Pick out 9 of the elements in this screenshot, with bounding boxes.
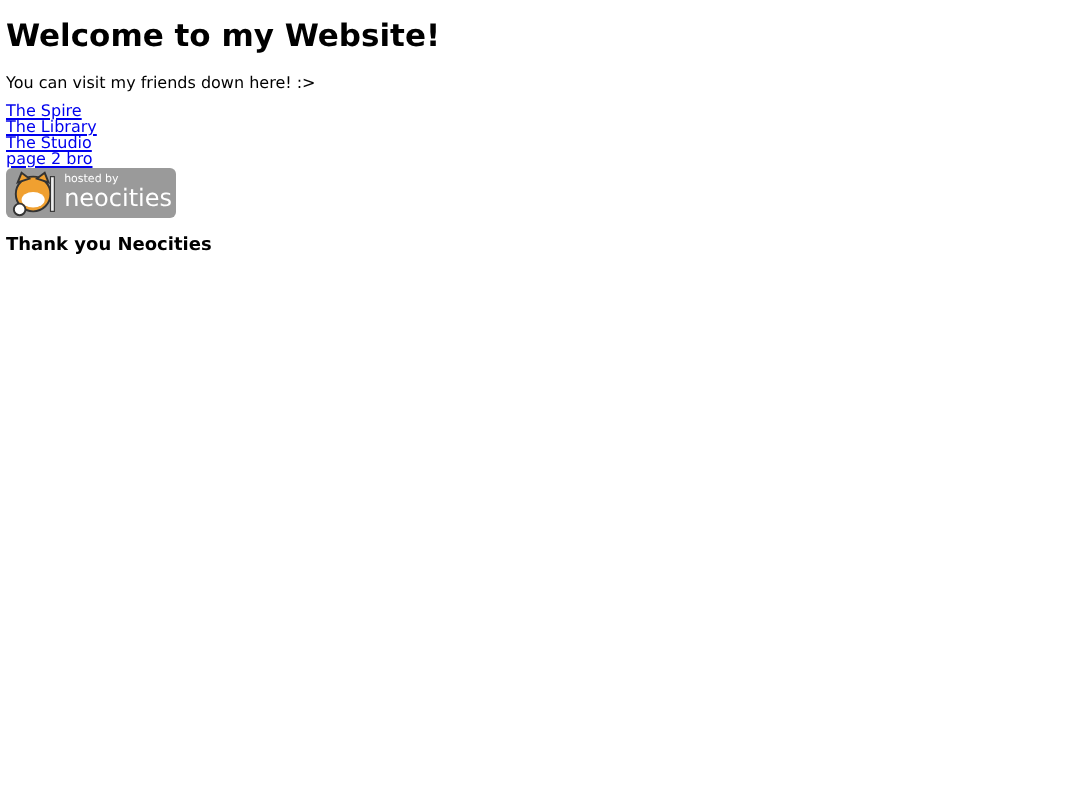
intro-text: You can visit my friends down here! :> [6, 74, 318, 92]
friend-link[interactable]: The Studio [6, 136, 92, 152]
page-heading: Welcome to my Website! [6, 18, 443, 54]
thank-you-heading: Thank you Neocities [6, 236, 214, 256]
friend-link[interactable]: The Library [6, 120, 97, 136]
badge-logo-text: neocities [64, 186, 172, 211]
friend-link[interactable]: The Spire [6, 104, 82, 120]
friend-link[interactable]: page 2 bro [6, 152, 93, 168]
cat-mascot-icon [10, 169, 61, 217]
